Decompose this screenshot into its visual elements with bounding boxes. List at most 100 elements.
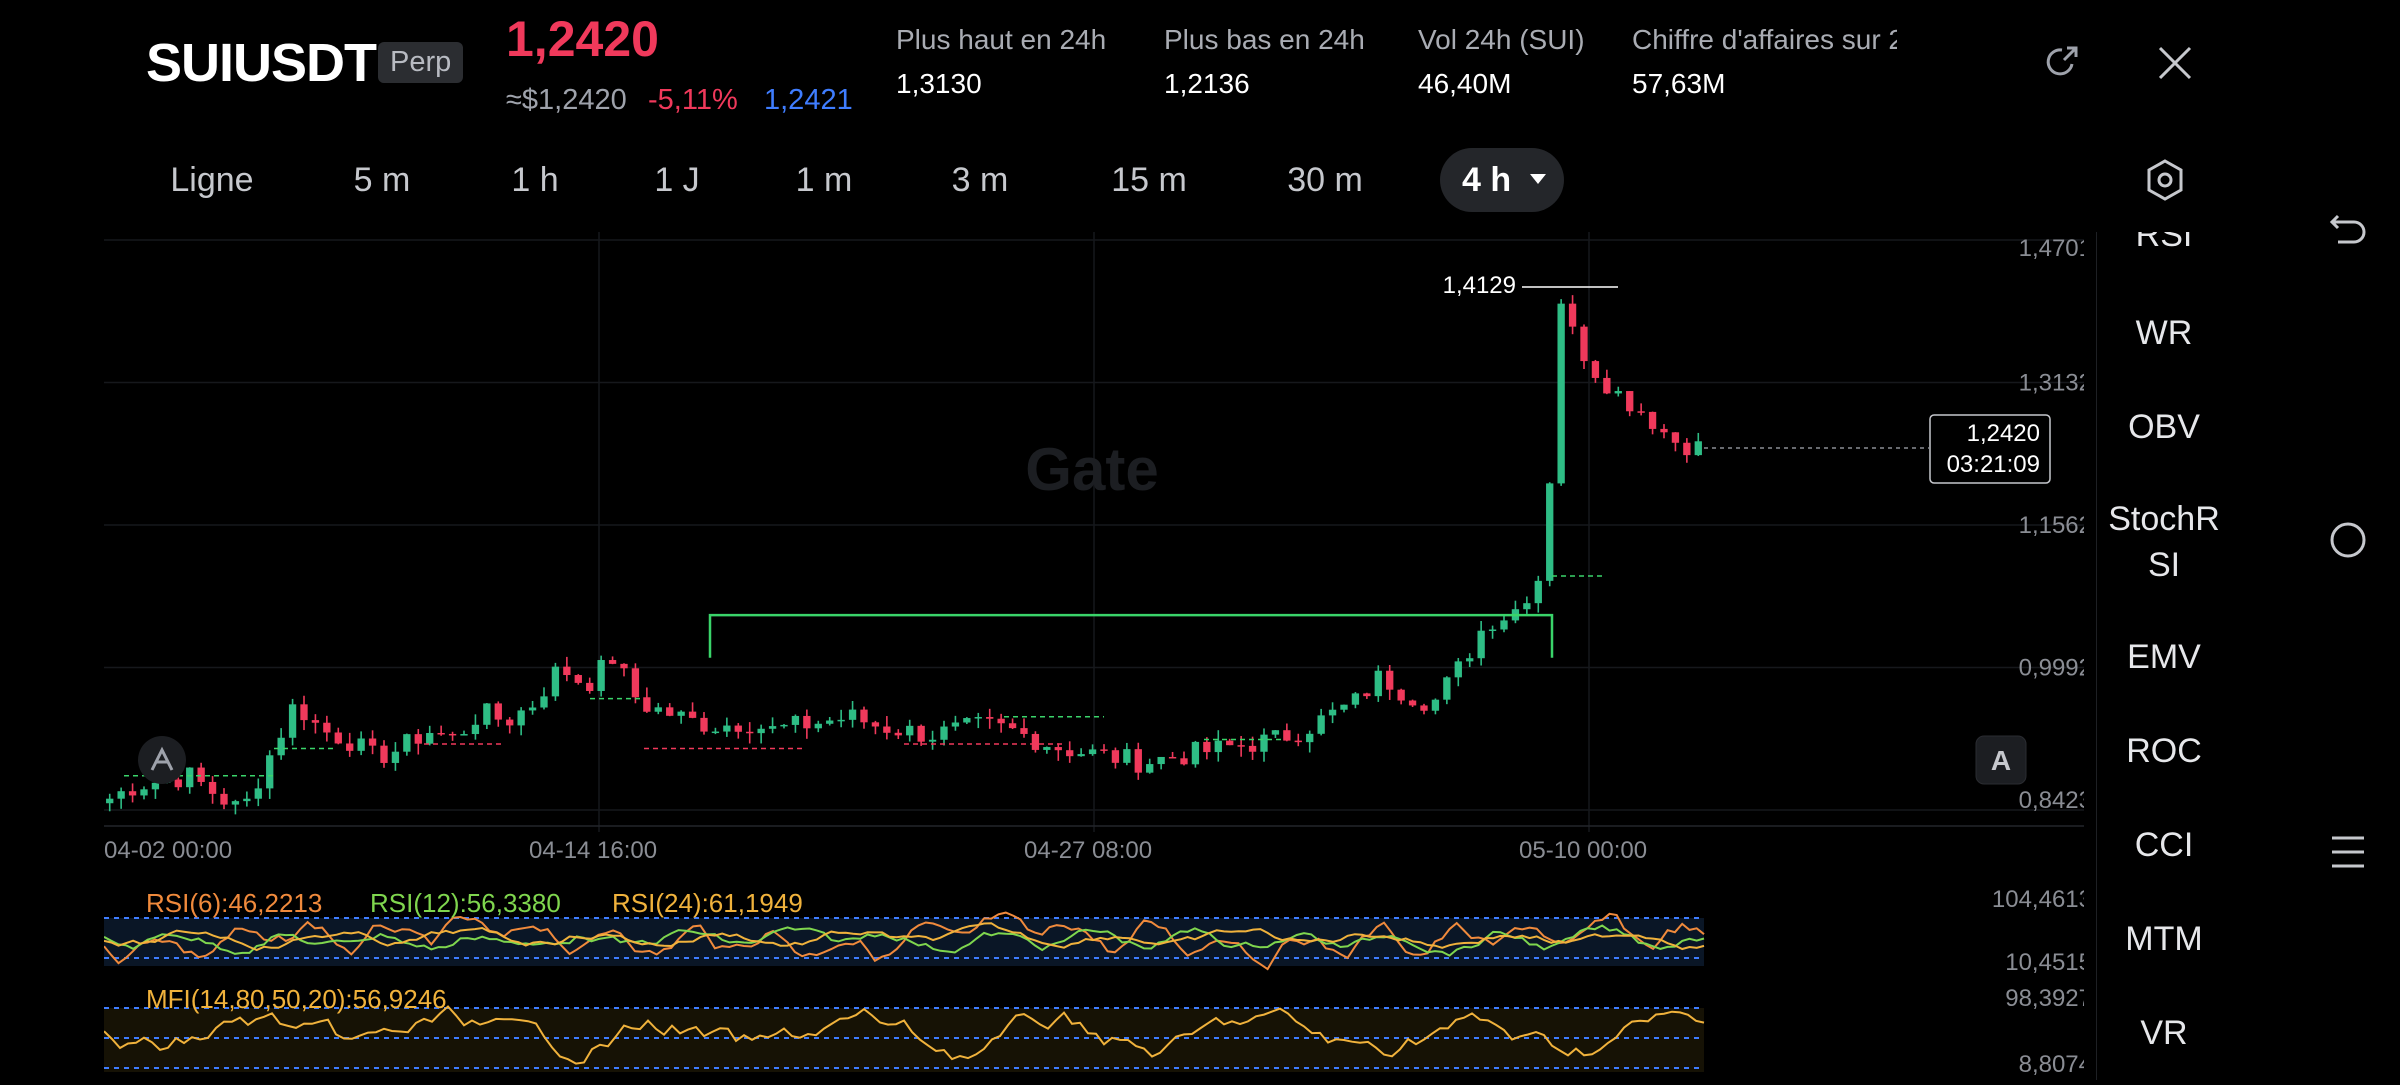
candle-body [1534,580,1542,604]
stat-volume-24h: Vol 24h (SUI) 46,40M [1418,24,1585,100]
candle-body [723,725,731,732]
tab-4h[interactable]: 4 h [1440,148,1564,212]
indicator-rsi[interactable]: RSI [2097,232,2231,258]
indicator-stochrsi[interactable]: StochR SI [2097,496,2231,588]
candle-body [768,726,777,729]
candle-body [208,781,217,794]
candle-body [1020,728,1028,734]
candle-body [586,682,594,691]
home-icon[interactable] [2328,520,2368,560]
candle-body [117,791,125,799]
candle-body [1671,432,1680,443]
indicator-wr[interactable]: WR [2097,310,2231,356]
candle-body [277,737,285,756]
candle-body [174,779,182,788]
stat-value: 57,63M [1632,68,1726,99]
chart-grid [104,232,2084,832]
candle-body [1237,745,1245,747]
last-price-value: 1,2420 [1967,420,2040,447]
close-icon[interactable] [2156,44,2194,82]
candle-body [826,720,834,724]
candle-body [654,707,662,712]
tab-4h-label: 4 h [1462,161,1512,199]
settings-icon[interactable] [2144,158,2186,202]
recents-icon[interactable] [2330,832,2366,872]
indicator-roc[interactable]: ROC [2097,728,2231,774]
last-price-tag: 1,2420 03:21:09 [1704,414,2051,484]
candle-body [1397,689,1405,701]
candle-body [506,719,514,726]
candle-body [220,793,228,805]
tab-30m[interactable]: 30 m [1266,148,1384,212]
candle-body [1100,749,1108,751]
kline-chart-svg[interactable]: Gate 1,4701 1,3132 1,1562 0,9992 0,8423 04-0… [103,232,2092,1080]
time-axis-label: 04-14 16:00 [529,837,657,864]
indicator-emv[interactable]: EMV [2097,634,2231,680]
drawing-tool-button[interactable] [138,736,186,784]
share-icon[interactable] [2042,42,2082,82]
back-icon[interactable] [2328,210,2368,248]
candle-body [414,734,422,744]
price-axis-label: 1,3132 [2019,370,2084,397]
candle-body [197,767,205,782]
candle-body [940,726,948,740]
tab-15m[interactable]: 15 m [1092,148,1206,212]
auto-scale-button[interactable]: A [1975,735,2027,785]
tab-1h[interactable]: 1 h [490,148,580,212]
candle-body [140,789,148,796]
rsi12-legend: RSI(12):56,3380 [370,888,561,918]
market-header: SUIUSDT Perp 1,2420 ≈$1,2420 -5,11% 1,24… [0,0,2290,135]
mark-price: 1,2421 [764,84,853,116]
stat-turnover-24h: Chiffre d'affaires sur 24h (USDT) 57,63M [1632,24,1897,100]
symbol-title[interactable]: SUIUSDT [146,32,377,94]
candle-body [1180,758,1188,765]
candle-body [483,703,491,725]
indicator-vr[interactable]: VR [2097,1010,2231,1056]
stat-label: Chiffre d'affaires sur 24h (USDT) [1632,24,1897,55]
candle-body [494,703,502,720]
candle-body [1271,730,1280,735]
candle-body [1031,733,1040,750]
kline-chart[interactable]: Gate 1,4701 1,3132 1,1562 0,9992 0,8423 04-0… [103,232,2092,1080]
time-axis-label: 04-27 08:00 [1024,837,1152,864]
stat-label: Vol 24h (SUI) [1418,24,1585,55]
last-price: 1,2420 [506,11,659,67]
candle-body [1157,756,1165,765]
candle-body [688,711,697,718]
resistance-line [708,613,1554,658]
candle-body [1580,326,1588,362]
candle-body [1226,740,1234,746]
tab-1j[interactable]: 1 J [636,148,718,212]
candle-body [1340,704,1348,710]
candle-body [711,731,720,734]
approx-usd-price: ≈$1,2420 [506,84,627,116]
candle-body [540,696,548,708]
tab-5m[interactable]: 5 m [334,148,430,212]
candle-body [1294,740,1302,743]
indicator-cci[interactable]: CCI [2097,822,2231,868]
tab-ligne[interactable]: Ligne [150,148,274,212]
candle-body [1660,428,1668,433]
candle-body [791,715,800,725]
candle-body [1591,361,1600,378]
tab-3m[interactable]: 3 m [930,148,1030,212]
tab-1m[interactable]: 1 m [778,148,870,212]
app-root: SUIUSDT Perp 1,2420 ≈$1,2420 -5,11% 1,24… [0,0,2400,1080]
candle-body [254,788,262,799]
candle-body [517,710,525,726]
last-price-countdown: 03:21:09 [1947,451,2040,478]
candle-body [780,724,788,727]
indicator-mtm[interactable]: MTM [2097,916,2231,962]
candle-body [528,707,537,711]
candle-body [666,707,674,716]
candle-body [357,738,365,751]
candle-body [1066,750,1074,757]
dropdown-caret-icon [1530,174,1546,184]
candle-body [1077,754,1085,757]
indicator-menu: RSI WR OBV StochR SI EMV ROC CCI MTM VR [2096,232,2231,1080]
candle-body [1043,747,1051,750]
indicator-obv[interactable]: OBV [2097,404,2231,450]
candle-body [1614,391,1622,394]
price-axis-label: 1,1562 [2019,512,2084,539]
candle-body [1054,747,1062,751]
